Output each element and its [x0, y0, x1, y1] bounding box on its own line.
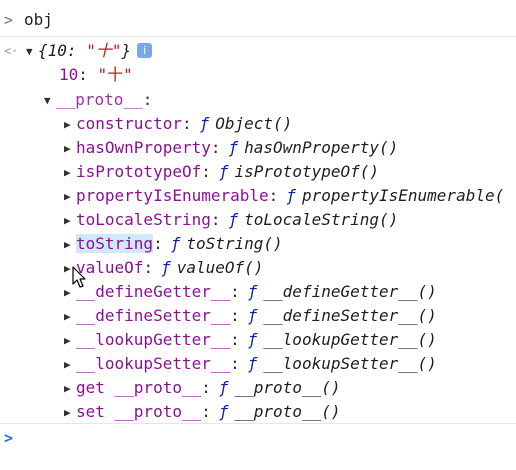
- member-key: hasOwnProperty: [76, 138, 211, 157]
- command-text: obj: [24, 10, 53, 29]
- triangle-right-icon[interactable]: ▶: [64, 377, 76, 401]
- function-glyph-icon: ƒ: [247, 306, 258, 325]
- function-glyph-icon: ƒ: [218, 402, 229, 421]
- divider: [0, 36, 516, 37]
- member-key: toString: [76, 234, 154, 253]
- input-prompt-icon: >: [4, 11, 14, 29]
- function-glyph-icon: ƒ: [170, 234, 181, 253]
- member-function-name: toString(): [186, 234, 283, 253]
- member-colon: :: [201, 402, 211, 421]
- triangle-down-icon[interactable]: ▼: [44, 89, 56, 113]
- member-colon: :: [230, 330, 240, 349]
- info-icon[interactable]: i: [137, 43, 153, 58]
- proto-label: __proto__: [56, 90, 143, 109]
- member-key: __lookupSetter__: [76, 354, 231, 373]
- member-key: __defineSetter__: [76, 306, 231, 325]
- result-prompt-icon: <·: [4, 44, 19, 58]
- member-key: isPrototypeOf: [76, 162, 202, 181]
- divider: [0, 423, 516, 424]
- object-summary[interactable]: ▼ {10: "十"} i: [26, 39, 153, 64]
- summary-colon: :: [66, 41, 77, 60]
- triangle-down-icon[interactable]: ▼: [26, 40, 38, 64]
- member-colon: :: [210, 210, 221, 229]
- member-function-name: hasOwnProperty(): [244, 138, 399, 157]
- member-function-name: __lookupGetter__(): [263, 330, 437, 349]
- member-function-name: propertyIsEnumerable(: [301, 186, 505, 205]
- member-function-name: __defineSetter__(): [263, 306, 437, 325]
- member-colon: :: [230, 354, 240, 373]
- member-function-name: valueOf(): [176, 258, 264, 277]
- property-value: "十": [97, 65, 133, 84]
- triangle-right-icon[interactable]: ▶: [64, 305, 76, 329]
- member-function-name: __lookupSetter__(): [263, 354, 437, 373]
- member-key: toLocaleString: [76, 210, 211, 229]
- member-colon: :: [181, 114, 192, 133]
- member-key: get __proto__: [76, 378, 202, 397]
- member-colon: :: [201, 162, 211, 181]
- member-function-name: Object(): [215, 114, 293, 133]
- member-colon: :: [230, 306, 240, 325]
- member-colon: :: [201, 378, 211, 397]
- member-colon: :: [210, 138, 221, 157]
- triangle-right-icon[interactable]: ▶: [64, 161, 76, 185]
- member-function-name: toLocaleString(): [244, 210, 399, 229]
- function-glyph-icon: ƒ: [247, 354, 258, 373]
- mouse-pointer-icon: [72, 266, 88, 294]
- function-glyph-icon: ƒ: [161, 258, 171, 277]
- member-function-name: __proto__(): [234, 402, 341, 421]
- summary-value: "十": [86, 41, 122, 60]
- summary-close: }: [121, 41, 132, 60]
- summary-open: {: [38, 41, 48, 60]
- member-colon: :: [143, 258, 154, 277]
- member-key: __lookupGetter__: [76, 330, 231, 349]
- function-glyph-icon: ƒ: [247, 330, 258, 349]
- member-colon: :: [153, 234, 163, 253]
- member-function-name: __proto__(): [234, 378, 341, 397]
- function-glyph-icon: ƒ: [247, 282, 258, 301]
- member-colon: :: [230, 282, 240, 301]
- triangle-right-icon[interactable]: ▶: [64, 353, 76, 377]
- input-prompt-icon: >: [4, 429, 14, 447]
- function-glyph-icon: ƒ: [199, 114, 210, 133]
- proto-colon: :: [142, 90, 153, 109]
- triangle-right-icon[interactable]: ▶: [64, 209, 76, 233]
- function-glyph-icon: ƒ: [286, 186, 296, 205]
- triangle-right-icon[interactable]: ▶: [64, 113, 76, 137]
- member-colon: :: [268, 186, 279, 205]
- triangle-right-icon[interactable]: ▶: [64, 185, 76, 209]
- member-function-name: __defineGetter__(): [263, 282, 437, 301]
- function-glyph-icon: ƒ: [218, 162, 229, 181]
- triangle-right-icon[interactable]: ▶: [64, 329, 76, 353]
- member-key: set __proto__: [76, 402, 202, 421]
- triangle-right-icon[interactable]: ▶: [64, 401, 76, 425]
- member-key: propertyIsEnumerable: [76, 186, 269, 205]
- function-glyph-icon: ƒ: [228, 210, 239, 229]
- function-glyph-icon: ƒ: [218, 378, 229, 397]
- member-function-name: isPrototypeOf(): [234, 162, 380, 181]
- summary-key: 10: [47, 41, 67, 60]
- triangle-right-icon[interactable]: ▶: [64, 137, 76, 161]
- property-colon: :: [78, 65, 88, 84]
- member-key: __defineGetter__: [76, 282, 231, 301]
- triangle-right-icon[interactable]: ▶: [64, 233, 76, 257]
- property-key: 10: [59, 65, 79, 84]
- member-key: constructor: [76, 114, 182, 133]
- function-glyph-icon: ƒ: [228, 138, 239, 157]
